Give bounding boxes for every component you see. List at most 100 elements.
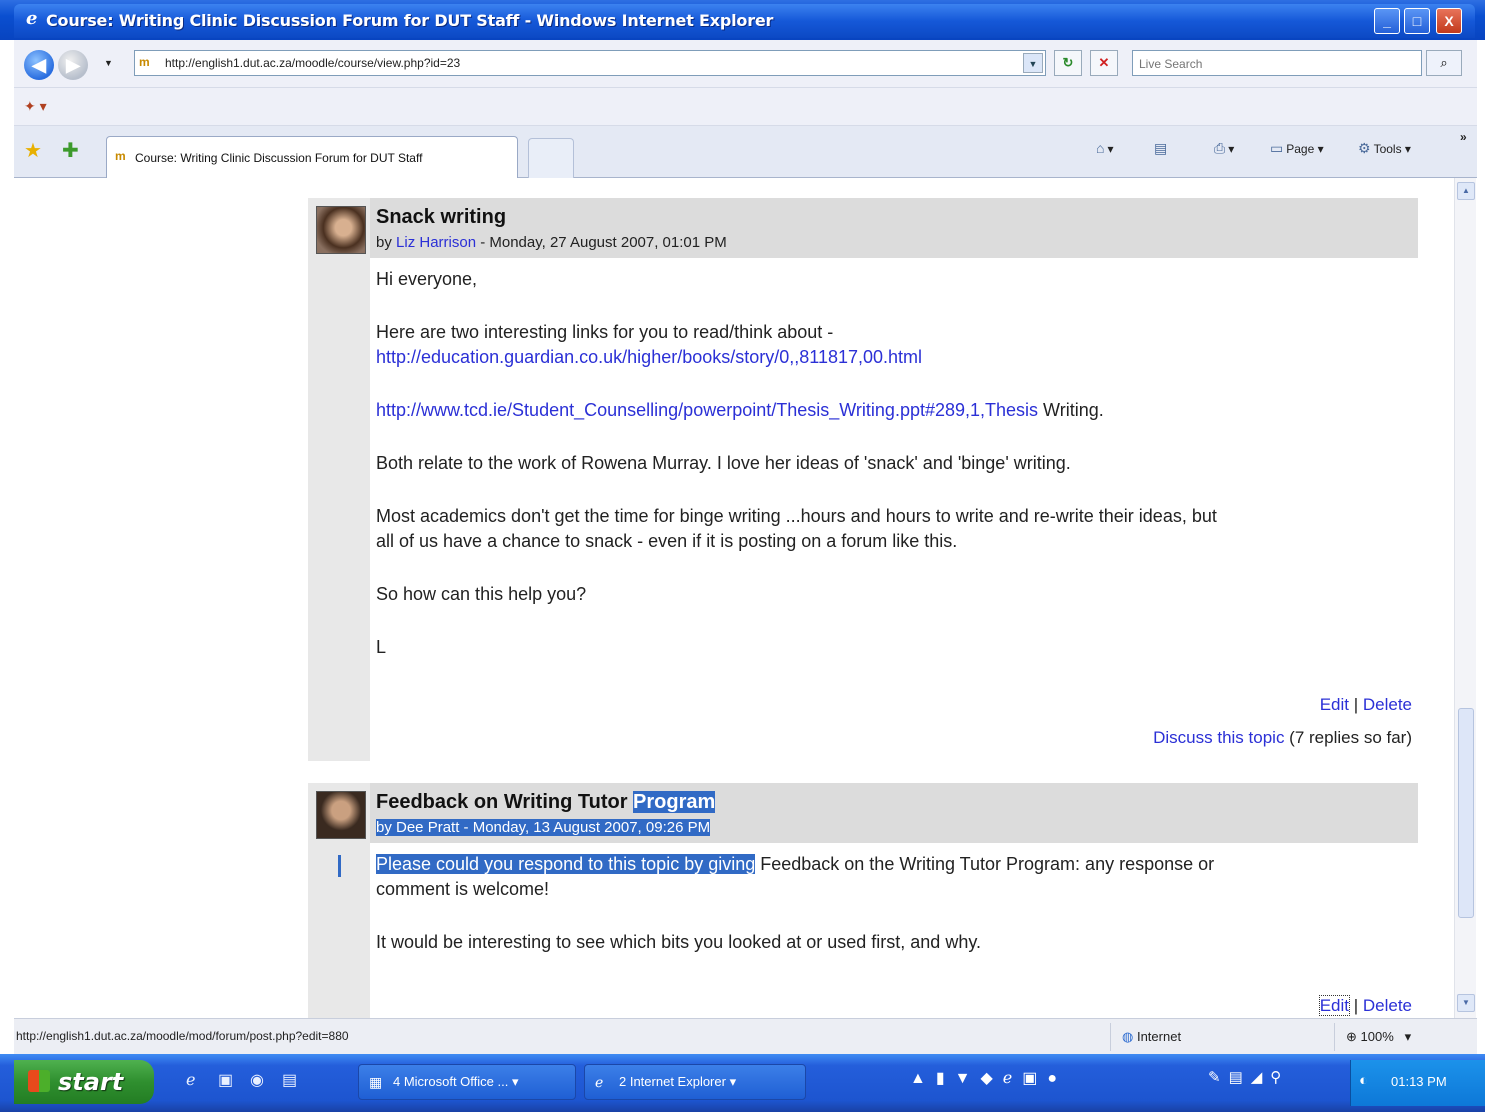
maximize-button[interactable]: □: [1404, 8, 1430, 34]
delete-link[interactable]: Delete: [1363, 695, 1412, 714]
scroll-down-icon[interactable]: ▼: [1457, 994, 1475, 1012]
search-input[interactable]: [1139, 53, 1399, 75]
tray-app-icons[interactable]: ▲▮▼◆ℯ▣●: [910, 1068, 1067, 1088]
vertical-scrollbar[interactable]: ▲ ▼: [1454, 178, 1476, 1018]
start-button[interactable]: start: [14, 1060, 154, 1104]
post-meta: by Dee Pratt - Monday, 13 August 2007, 0…: [376, 819, 711, 836]
tab-course[interactable]: m Course: Writing Clinic Discussion Foru…: [106, 136, 518, 178]
post-meta: by Liz Harrison - Monday, 27 August 2007…: [376, 234, 727, 251]
post-paragraph: So how can this help you?: [376, 584, 587, 604]
zone-label: Internet: [1136, 1029, 1182, 1044]
edit-link[interactable]: Edit: [1320, 695, 1349, 714]
office-icon: ▦: [369, 1074, 383, 1090]
stop-button[interactable]: ✕: [1090, 50, 1118, 76]
discuss-row: Discuss this topic (7 replies so far): [1153, 728, 1412, 748]
post-title-selected: Program: [633, 791, 716, 813]
search-icon[interactable]: ⌕: [1426, 50, 1462, 76]
status-url: http://english1.dut.ac.za/moodle/mod/for…: [16, 1029, 349, 1043]
forum-post: Snack writing by Liz Harrison - Monday, …: [308, 198, 1418, 761]
task-label: 4 Microsoft Office ...: [393, 1074, 509, 1089]
status-divider: [1334, 1023, 1335, 1051]
address-dropdown-icon[interactable]: ▼: [1023, 53, 1043, 73]
post-link-line: http://www.tcd.ie/Student_Counselling/po…: [376, 397, 1104, 423]
post-body: Please could you respond to this topic b…: [370, 843, 1418, 1018]
taskbar-item-ie[interactable]: ℯ2 Internet Explorer ▾: [584, 1064, 806, 1100]
taskbar-item-office[interactable]: ▦ 4 Microsoft Office ... ▾: [358, 1064, 576, 1100]
links-toolbar: ✦ ▾: [14, 88, 1477, 126]
avatar[interactable]: [316, 206, 366, 254]
post-header: Feedback on Writing Tutor Program by Dee…: [370, 783, 1418, 843]
close-button[interactable]: X: [1436, 8, 1462, 34]
post-actions: Edit | Delete: [1318, 995, 1412, 1016]
clock[interactable]: 01:13 PM: [1391, 1074, 1447, 1089]
discuss-topic-link[interactable]: Discuss this topic: [1153, 728, 1284, 747]
post-text: Feedback on the Writing Tutor Program: a…: [755, 854, 1215, 874]
zoom-level[interactable]: ⊕ 100% ▾: [1346, 1029, 1411, 1045]
volume-icon[interactable]: ◐: [1359, 1072, 1368, 1089]
post-paragraph: all of us have a chance to snack - even …: [376, 531, 958, 551]
scroll-thumb[interactable]: [1458, 708, 1474, 918]
link-tail: Writing.: [1038, 400, 1104, 420]
feed-icon[interactable]: ✦ ▾: [24, 98, 47, 115]
favorites-star-icon[interactable]: ★: [24, 138, 42, 163]
moodle-favicon-icon: m: [139, 55, 150, 69]
address-field[interactable]: m http://english1.dut.ac.za/moodle/cours…: [134, 50, 1046, 76]
text-cursor: [338, 855, 341, 877]
back-button[interactable]: ◀: [24, 50, 54, 80]
post-side: [308, 198, 370, 761]
tab-label: Course: Writing Clinic Discussion Forum …: [135, 151, 423, 165]
print-icon[interactable]: ⎙ ▾: [1214, 140, 1234, 157]
home-icon[interactable]: ⌂ ▾: [1096, 140, 1114, 156]
reply-count: (7 replies so far): [1284, 728, 1412, 747]
guardian-link[interactable]: http://education.guardian.co.uk/higher/b…: [376, 347, 922, 367]
post-title-text: Feedback on Writing Tutor: [376, 791, 634, 813]
delete-link[interactable]: Delete: [1363, 996, 1412, 1015]
refresh-button[interactable]: ↻: [1054, 50, 1082, 76]
post-text-line: Here are two interesting links for you t…: [376, 322, 834, 342]
magnifier-icon: ⊕: [1346, 1029, 1357, 1044]
tray-system-icons[interactable]: ✎▤◢⚲: [1208, 1068, 1289, 1086]
chevron-more-icon[interactable]: »: [1460, 130, 1467, 144]
recent-pages-arrow-icon[interactable]: ▼: [104, 58, 113, 68]
forward-button[interactable]: ▶: [58, 50, 88, 80]
action-separator: |: [1348, 695, 1363, 714]
selected-text: Please could you respond to this topic b…: [376, 854, 756, 874]
system-tray: ◐ 01:13 PM: [1350, 1060, 1485, 1106]
title-bar: e Course: Writing Clinic Discussion Foru…: [0, 0, 1485, 40]
page-content: Snack writing by Liz Harrison - Monday, …: [14, 178, 1454, 1018]
author-link[interactable]: Liz Harrison: [396, 234, 476, 251]
add-favorites-icon[interactable]: ✚: [62, 138, 79, 163]
post-actions: Edit | Delete: [1320, 695, 1412, 715]
windows-flag-icon: [28, 1070, 50, 1092]
window-title: Course: Writing Clinic Discussion Forum …: [46, 11, 774, 30]
post-text-line: Please could you respond to this topic b…: [376, 851, 1214, 877]
scroll-up-icon[interactable]: ▲: [1457, 182, 1475, 200]
post-by: by: [376, 234, 397, 251]
moodle-favicon-icon: m: [115, 149, 126, 163]
quicklaunch-media-icon[interactable]: ◉: [250, 1070, 264, 1090]
new-tab-button[interactable]: [528, 138, 574, 178]
feeds-icon[interactable]: ▤: [1154, 140, 1170, 157]
zoom-label: 100%: [1360, 1029, 1394, 1044]
minimize-button[interactable]: _: [1374, 8, 1400, 34]
quicklaunch-ie-icon[interactable]: ℯ: [186, 1070, 195, 1090]
search-field[interactable]: [1132, 50, 1422, 76]
avatar[interactable]: [316, 791, 366, 839]
tcd-link[interactable]: http://www.tcd.ie/Student_Counselling/po…: [376, 400, 1038, 420]
security-zone[interactable]: ◍ Internet: [1122, 1029, 1181, 1045]
post-header: Snack writing by Liz Harrison - Monday, …: [370, 198, 1418, 258]
tools-menu[interactable]: ⚙ Tools ▾: [1358, 140, 1411, 157]
post-title: Feedback on Writing Tutor Program: [376, 791, 716, 814]
post-link-guardian[interactable]: http://education.guardian.co.uk/higher/b…: [376, 344, 922, 370]
post-body: Hi everyone, Here are two interesting li…: [370, 258, 1418, 761]
globe-icon: ◍: [1122, 1029, 1134, 1044]
ie-logo-icon: e: [26, 8, 38, 29]
address-url[interactable]: http://english1.dut.ac.za/moodle/course/…: [165, 56, 460, 70]
quicklaunch-folder-icon[interactable]: ▤: [282, 1070, 297, 1090]
quicklaunch-desktop-icon[interactable]: ▣: [218, 1070, 233, 1090]
forum-post: Feedback on Writing Tutor Program by Dee…: [308, 783, 1418, 1018]
edit-link[interactable]: Edit: [1318, 995, 1350, 1016]
address-toolbar: ◀ ▶ ▼ m http://english1.dut.ac.za/moodle…: [14, 40, 1477, 88]
post-title: Snack writing: [376, 206, 507, 228]
page-menu[interactable]: ▭ Page ▾: [1270, 140, 1324, 157]
